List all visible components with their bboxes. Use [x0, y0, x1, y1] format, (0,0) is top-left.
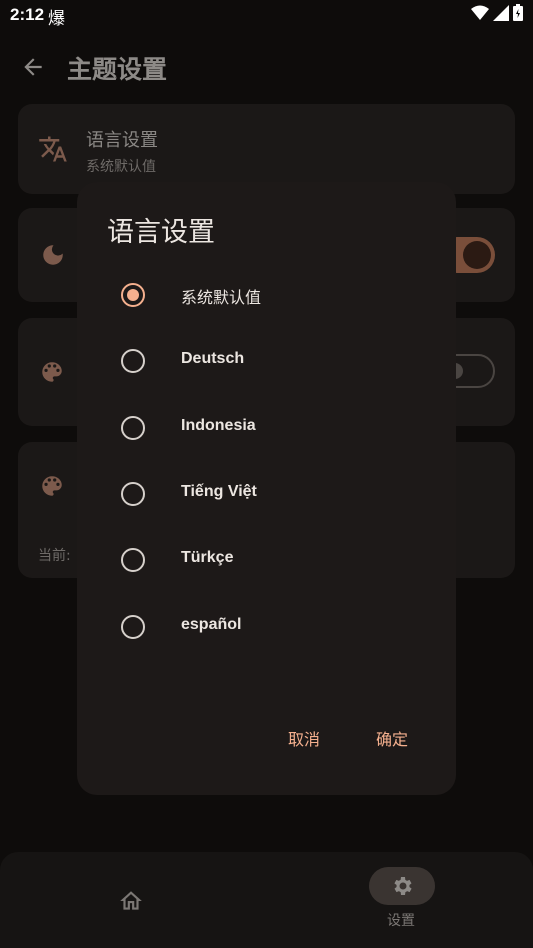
cancel-button[interactable]: 取消	[288, 726, 320, 750]
wifi-icon	[471, 5, 489, 20]
app-bar: 主题设置	[0, 30, 533, 106]
radio-button[interactable]	[121, 548, 145, 572]
current-theme-label: 当前:	[38, 548, 71, 564]
back-arrow-icon[interactable]	[20, 54, 46, 80]
battery-icon	[513, 4, 523, 21]
language-option-indonesia[interactable]: Indonesia	[77, 403, 456, 453]
language-card-subtitle: 系统默认值	[86, 159, 156, 175]
signal-icon	[493, 4, 509, 21]
language-dialog: 语言设置 系统默认值 Deutsch Indonesia Tiếng Việt …	[77, 182, 456, 795]
language-option-turkce[interactable]: Türkçe	[77, 535, 456, 585]
language-option-tieng-viet[interactable]: Tiếng Việt	[77, 469, 456, 519]
option-label: Indonesia	[181, 417, 256, 434]
language-setting-card[interactable]: 语言设置 系统默认值	[18, 104, 515, 194]
language-card-title: 语言设置	[86, 130, 158, 151]
radio-button[interactable]	[121, 416, 145, 440]
home-icon[interactable]	[118, 888, 144, 914]
radio-button[interactable]	[121, 349, 145, 373]
gear-icon	[394, 877, 412, 895]
switch-knob	[463, 241, 491, 269]
palette-icon	[42, 362, 62, 382]
status-icons	[471, 4, 523, 21]
option-label: Türkçe	[181, 549, 234, 566]
page-title: 主题设置	[67, 55, 168, 84]
palette-icon	[42, 476, 62, 496]
radio-button-selected[interactable]	[121, 283, 145, 307]
option-label: español	[181, 616, 242, 633]
confirm-button[interactable]: 确定	[376, 726, 408, 750]
moon-icon	[43, 245, 63, 265]
language-option-espanol[interactable]: español	[77, 602, 456, 652]
status-bar: 2:12 爆	[0, 0, 533, 30]
option-label: Deutsch	[181, 350, 245, 367]
language-option-system-default[interactable]: 系统默认值	[77, 270, 456, 320]
language-option-deutsch[interactable]: Deutsch	[77, 336, 456, 386]
status-time: 2:12	[10, 5, 45, 24]
option-label: 系统默认值	[181, 288, 262, 307]
radio-dot	[127, 289, 139, 301]
radio-button[interactable]	[121, 482, 145, 506]
option-label: Tiếng Việt	[181, 483, 257, 500]
nav-settings-label: 设置	[387, 913, 415, 929]
translate-icon	[39, 136, 67, 162]
dialog-title: 语言设置	[107, 217, 215, 248]
nav-settings-tab[interactable]	[369, 867, 435, 905]
radio-button[interactable]	[121, 615, 145, 639]
notification-icon: 爆	[48, 9, 65, 28]
bottom-nav: 设置	[0, 852, 533, 948]
